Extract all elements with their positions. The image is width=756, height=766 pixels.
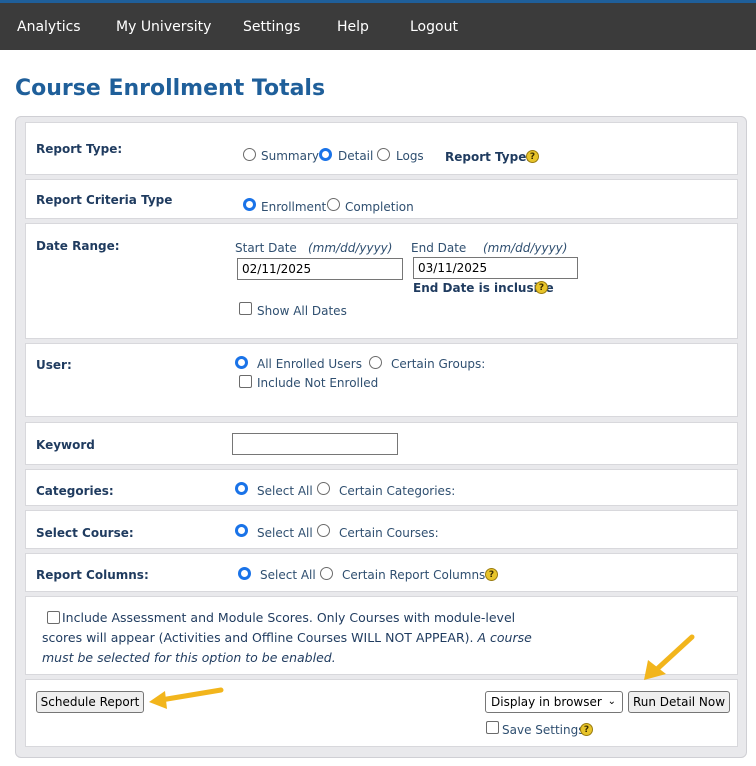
end-date-label: End Date	[411, 241, 467, 255]
annotation-arrow-down-icon	[644, 634, 695, 680]
actions-row: Schedule Report Display in browser ⌄ Run…	[25, 679, 738, 747]
assessment-scores-row: Include Assessment and Module Scores. On…	[25, 596, 738, 675]
radio-completion[interactable]	[327, 198, 340, 211]
annotation-arrow-left-icon	[149, 687, 224, 709]
show-all-dates-label: Show All Dates	[257, 304, 347, 318]
nav-analytics[interactable]: Analytics	[17, 19, 81, 35]
criteria-type-row: Report Criteria Type Enrollment Completi…	[25, 179, 738, 219]
display-mode-value: Display in browser	[491, 695, 602, 709]
include-not-enrolled-label: Include Not Enrolled	[257, 376, 379, 390]
radio-course-select-all[interactable]	[235, 524, 248, 537]
run-detail-now-button[interactable]: Run Detail Now	[628, 691, 730, 713]
radio-logs-label: Logs	[396, 149, 424, 163]
help-icon[interactable]: ?	[485, 568, 498, 581]
radio-certain-report-columns-label: Certain Report Columns	[342, 568, 486, 582]
radio-enrollment-label: Enrollment	[261, 200, 327, 214]
select-course-row: Select Course: Select All Certain Course…	[25, 510, 738, 549]
save-settings-checkbox[interactable]	[486, 721, 499, 734]
include-not-enrolled-checkbox[interactable]	[239, 375, 252, 388]
radio-completion-label: Completion	[345, 200, 414, 214]
report-type-label: Report Type:	[36, 142, 123, 156]
help-icon[interactable]: ?	[580, 723, 593, 736]
report-columns-row: Report Columns: Select All Certain Repor…	[25, 553, 738, 592]
assessment-line-3: must be selected for this option to be e…	[42, 650, 336, 665]
keyword-row: Keyword	[25, 422, 738, 465]
assessment-scores-description: Include Assessment and Module Scores. On…	[42, 608, 542, 668]
radio-columns-select-all-label: Select All	[260, 568, 316, 582]
display-mode-select[interactable]: Display in browser ⌄	[485, 691, 623, 713]
categories-label: Categories:	[36, 484, 114, 498]
radio-summary[interactable]	[243, 148, 256, 161]
radio-certain-courses[interactable]	[317, 524, 330, 537]
date-range-label: Date Range:	[36, 239, 120, 253]
assessment-line-1: Include Assessment and Module Scores. On…	[62, 610, 516, 625]
keyword-label: Keyword	[36, 438, 95, 452]
help-icon[interactable]: ?	[535, 281, 548, 294]
help-icon[interactable]: ?	[526, 150, 539, 163]
end-date-hint: (mm/dd/yyyy)	[483, 241, 568, 255]
show-all-dates-checkbox[interactable]	[239, 302, 252, 315]
user-row: User: All Enrolled Users Certain Groups:…	[25, 343, 738, 417]
radio-all-enrolled-users-label: All Enrolled Users	[257, 357, 362, 371]
keyword-input[interactable]	[232, 433, 398, 455]
report-columns-label: Report Columns:	[36, 568, 149, 582]
radio-certain-groups-label: Certain Groups:	[391, 357, 486, 371]
report-type-row: Report Type: Summary Detail Logs Report …	[25, 122, 738, 175]
radio-all-enrolled-users[interactable]	[235, 356, 248, 369]
nav-settings[interactable]: Settings	[243, 19, 300, 35]
select-course-label: Select Course:	[36, 526, 134, 540]
nav-my-university[interactable]: My University	[116, 19, 211, 35]
assessment-line-2: scores will appear (Activities and Offli…	[42, 628, 542, 648]
radio-logs[interactable]	[377, 148, 390, 161]
criteria-type-label: Report Criteria Type	[36, 193, 173, 207]
categories-row: Categories: Select All Certain Categorie…	[25, 469, 738, 506]
radio-course-select-all-label: Select All	[257, 526, 313, 540]
radio-columns-select-all[interactable]	[238, 567, 251, 580]
radio-certain-categories[interactable]	[317, 482, 330, 495]
radio-certain-courses-label: Certain Courses:	[339, 526, 439, 540]
radio-certain-report-columns[interactable]	[320, 567, 333, 580]
report-types-link[interactable]: Report Types	[445, 150, 534, 164]
start-date-hint: (mm/dd/yyyy)	[308, 241, 393, 255]
end-date-inclusive-note: End Date is inclusive	[413, 281, 554, 295]
start-date-input[interactable]	[237, 258, 403, 280]
assessment-line-2-text: scores will appear (Activities and Offli…	[42, 630, 474, 645]
chevron-down-icon: ⌄	[607, 696, 616, 707]
radio-detail-label: Detail	[338, 149, 374, 163]
save-settings-label: Save Settings	[502, 723, 585, 737]
start-date-label: Start Date	[235, 241, 297, 255]
radio-enrollment[interactable]	[243, 198, 256, 211]
date-range-row: Date Range: Start Date (mm/dd/yyyy) End …	[25, 223, 738, 339]
page-title: Course Enrollment Totals	[15, 76, 326, 101]
top-nav-bar: Analytics My University Settings Help Lo…	[0, 0, 756, 50]
radio-categories-select-all[interactable]	[235, 482, 248, 495]
radio-certain-groups[interactable]	[369, 356, 382, 369]
nav-logout[interactable]: Logout	[410, 19, 458, 35]
radio-certain-categories-label: Certain Categories:	[339, 484, 456, 498]
radio-summary-label: Summary	[261, 149, 319, 163]
radio-categories-select-all-label: Select All	[257, 484, 313, 498]
user-label: User:	[36, 358, 72, 372]
end-date-input[interactable]	[413, 257, 578, 279]
nav-help[interactable]: Help	[337, 19, 369, 35]
schedule-report-button[interactable]: Schedule Report	[36, 691, 144, 713]
assessment-line-2-italic: A course	[477, 630, 532, 645]
radio-detail[interactable]	[319, 148, 332, 161]
